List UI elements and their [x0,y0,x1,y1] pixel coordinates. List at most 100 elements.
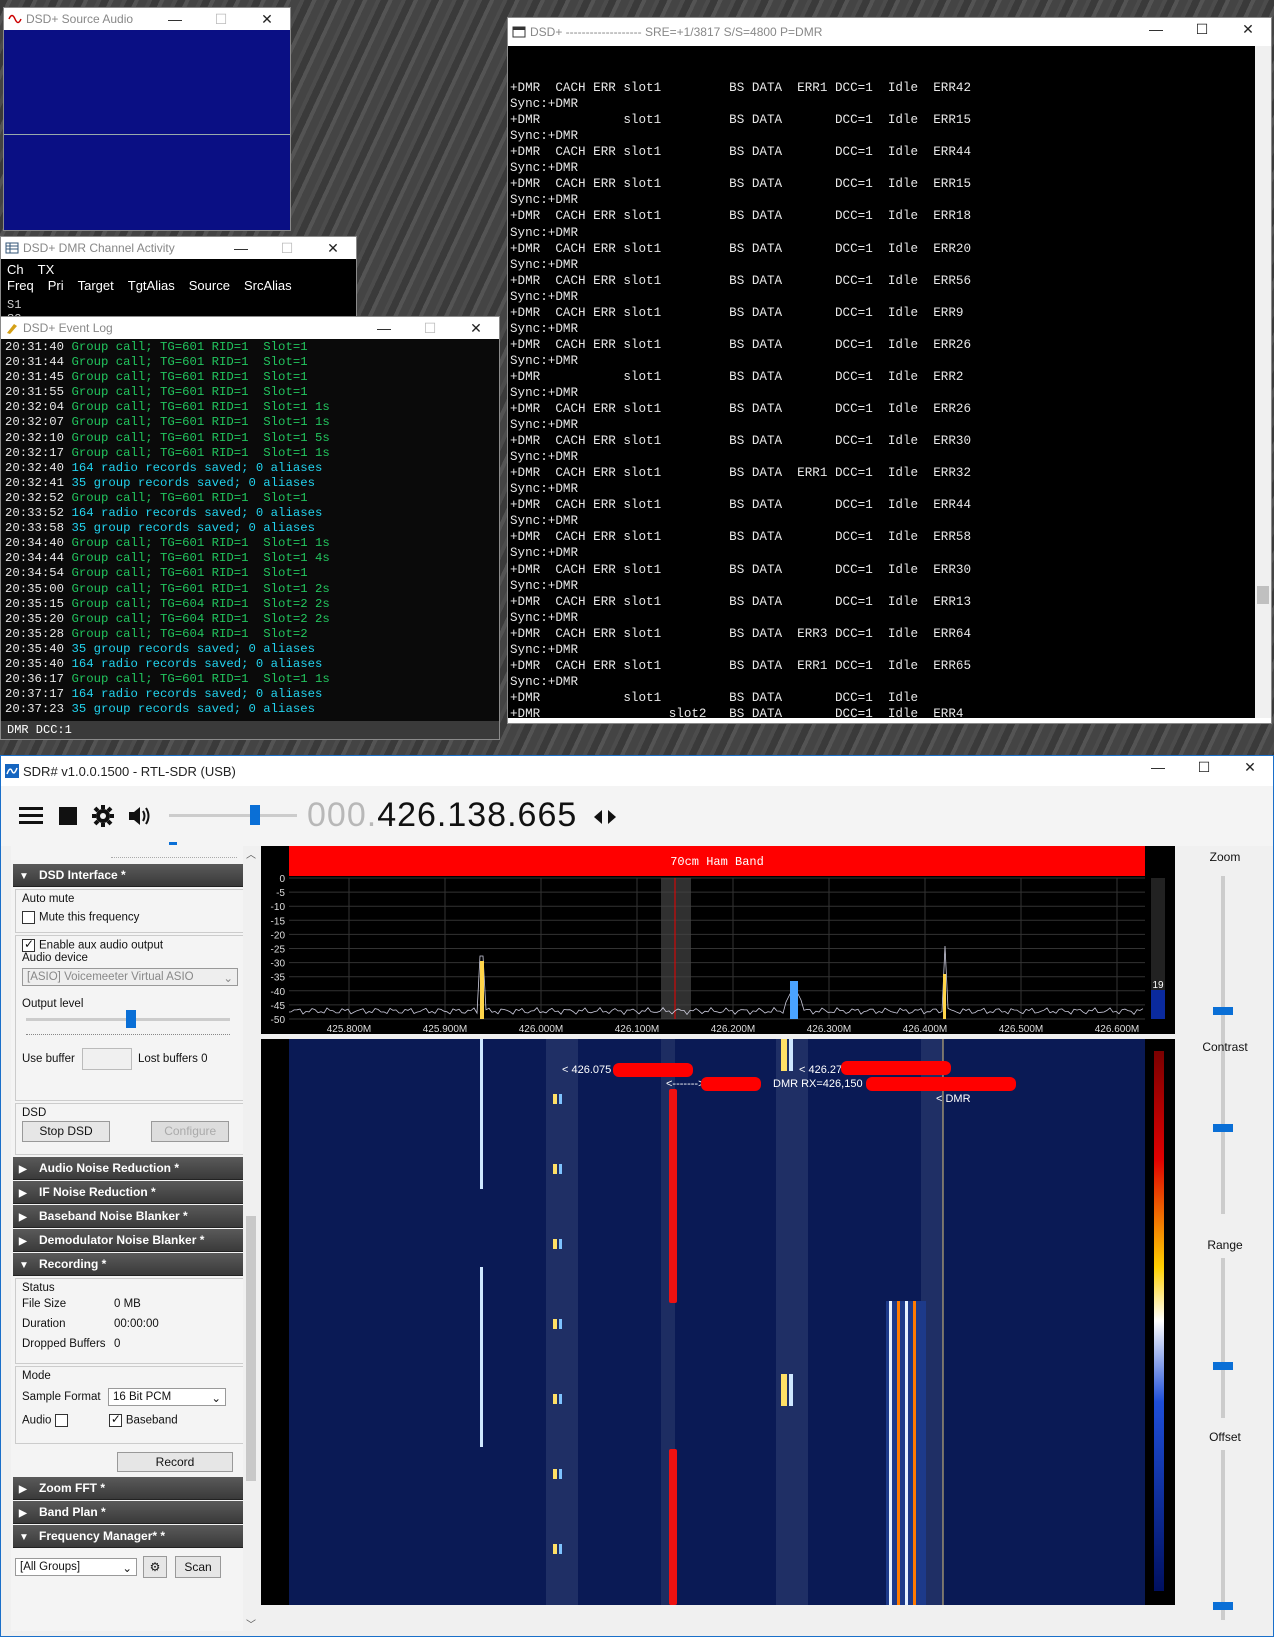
close-icon[interactable]: ✕ [453,317,499,339]
output-level-thumb[interactable] [126,1010,136,1028]
close-icon[interactable]: ✕ [1225,18,1271,46]
zoom-slider-thumb[interactable] [1213,1007,1233,1015]
contrast-slider-thumb[interactable] [1213,1124,1233,1132]
log-time: 20:32:40 [5,460,65,475]
redaction-mark [841,1061,951,1075]
sample-format-select[interactable]: 16 Bit PCM ⌄ [108,1388,226,1406]
title-bar[interactable]: DSD+ ------------------- SRE=+1/3817 S/S… [508,18,1271,46]
spectrum-display[interactable]: 70cm Ham Band 0 -5 -10 -15 -20 -25 -30 -35 -40 -45… [261,846,1175,1034]
console-line: +DMR CACH ERR slot1 BS DATA DCC=1 Idle E… [510,241,972,256]
speaker-icon[interactable] [127,805,153,827]
minimize-icon[interactable]: — [152,8,198,30]
scrollbar-thumb[interactable] [1257,586,1269,604]
panel-section-header[interactable]: ▶ Band Plan * [13,1501,247,1524]
close-icon[interactable]: ✕ [1227,756,1273,786]
log-time: 20:36:17 [5,672,65,687]
panel-section-header[interactable]: ▼ Frequency Manager* * [13,1525,247,1548]
waterfall-display[interactable]: < 426.075 < 426.275 <-------> DMR RX=426,15… [261,1039,1175,1605]
db-tick-label: -40 [271,987,286,998]
freq-tick-label: 426.400M [903,1024,947,1034]
use-buffer-input[interactable] [82,1048,132,1070]
waterfall-label: < DMR [936,1093,971,1105]
baseband-checkbox[interactable] [108,1412,122,1427]
waterfall-label: <-------> [666,1078,705,1090]
sample-format-row: Sample Format 16 Bit PCM ⌄ [22,1388,238,1406]
console-line: Sync:+DMR [510,321,579,336]
aux-audio-group: Enable aux audio output Audio device [AS… [15,935,245,1101]
panel-section-header[interactable]: ▶ Audio Noise Reduction * [13,1157,247,1180]
mute-checkbox-row[interactable]: Mute this frequency [22,911,238,924]
scroll-up-icon[interactable]: ︿ [243,846,259,861]
contrast-slider[interactable] [1221,1064,1225,1214]
console-line: Sync:+DMR [510,482,579,497]
frequency-display[interactable]: 000.426.138.665 [307,796,577,835]
audio-checkbox[interactable] [54,1414,68,1427]
close-icon[interactable]: ✕ [310,237,356,259]
mute-checkbox[interactable] [22,911,35,924]
stop-icon[interactable] [59,807,77,825]
wideband-line [905,1301,908,1605]
scroll-down-icon[interactable]: ﹀ [243,1616,259,1631]
freq-tick-label: 425.800M [327,1024,371,1034]
panel-section-header[interactable]: ▶ Baseband Noise Blanker * [13,1205,247,1228]
log-message: Group call; TG=601 RID=1 Slot=1 [71,355,308,370]
log-message: Group call; TG=601 RID=1 Slot=1 1s [71,400,330,415]
panel-section-header[interactable]: ▶ Demodulator Noise Blanker * [13,1229,247,1252]
maximize-icon[interactable]: ☐ [1179,18,1225,46]
audio-device-select[interactable]: [ASIO] Voicemeeter Virtual ASIO ⌄ [22,968,238,986]
close-icon[interactable]: ✕ [244,8,290,30]
range-slider[interactable] [1221,1258,1225,1418]
title-bar[interactable]: DSD+ Source Audio — ☐ ✕ [4,8,290,30]
log-entry: 20:37:23 35 group records saved; 0 alias… [5,702,495,717]
minimize-icon[interactable]: — [1133,18,1179,46]
panel-section-header[interactable]: ▶ Zoom FFT * [13,1477,247,1500]
scrollbar-thumb[interactable] [246,1216,256,1481]
db-tick-label: -5 [276,888,285,899]
log-entry: 20:35:15 Group call; TG=604 RID=1 Slot=2… [5,597,495,612]
gear-icon[interactable] [91,804,115,828]
minimize-icon[interactable]: — [218,237,264,259]
panel-section-header[interactable]: ▶ IF Noise Reduction * [13,1181,247,1204]
aux-checkbox-row[interactable]: Enable aux audio output [22,937,238,952]
minimize-icon[interactable]: — [1135,756,1181,786]
signal-peak [480,961,484,1019]
scan-button[interactable]: Scan [175,1556,221,1578]
freq-tick-label: 426.500M [999,1024,1043,1034]
wideband-line [913,1301,916,1605]
title-bar[interactable]: DSD+ DMR Channel Activity — ☐ ✕ [1,237,356,259]
maximize-icon[interactable]: ☐ [264,237,310,259]
tuning-arrows-icon[interactable] [592,809,618,825]
console-line: Sync:+DMR [510,674,579,689]
volume-slider-thumb[interactable] [250,805,260,825]
configure-button[interactable]: Configure [151,1121,230,1142]
groups-select[interactable]: [All Groups] ⌄ [15,1558,137,1576]
title-bar[interactable]: SDR# v1.0.0.1500 - RTL-SDR (USB) — ☐ ✕ [1,756,1273,786]
console-scrollbar[interactable] [1255,46,1271,718]
volume-slider[interactable] [169,814,297,817]
maximize-icon[interactable]: ☐ [1181,756,1227,786]
log-entry: 20:35:28 Group call; TG=604 RID=1 Slot=2 [5,627,495,642]
console-lines: +DMR CACH ERR slot1 BS DATA ERR1 DCC=1 I… [510,80,1271,718]
source-audio-window: DSD+ Source Audio — ☐ ✕ [3,7,291,231]
maximize-icon[interactable]: ☐ [407,317,453,339]
menu-icon[interactable] [19,806,43,826]
expanded-arrow-icon: ▼ [19,1260,29,1271]
title-bar[interactable]: DSD+ Event Log — ☐ ✕ [1,317,499,339]
filter-passband [661,878,691,1019]
log-message: 35 group records saved; 0 aliases [71,641,315,656]
range-slider-thumb[interactable] [1213,1362,1233,1370]
minimize-icon[interactable]: — [361,317,407,339]
output-level-slider[interactable] [22,1010,238,1040]
main-toolbar: 000.426.138.665 [1,786,1273,846]
offset-slider-thumb[interactable] [1213,1602,1233,1610]
stop-dsd-button[interactable]: Stop DSD [22,1121,110,1142]
settings-gear-icon[interactable]: ⚙ [143,1556,167,1578]
recording-header[interactable]: ▼ Recording * [13,1253,247,1276]
dsd-interface-header[interactable]: ▼ DSD Interface * [13,864,247,887]
maximize-icon[interactable]: ☐ [198,8,244,30]
burst [559,1164,562,1174]
record-button[interactable]: Record [117,1452,233,1472]
offset-slider[interactable] [1221,1450,1225,1620]
aux-audio-checkbox[interactable] [22,937,35,952]
side-panel-scrollbar[interactable]: ︿ ﹀ [243,846,259,1631]
